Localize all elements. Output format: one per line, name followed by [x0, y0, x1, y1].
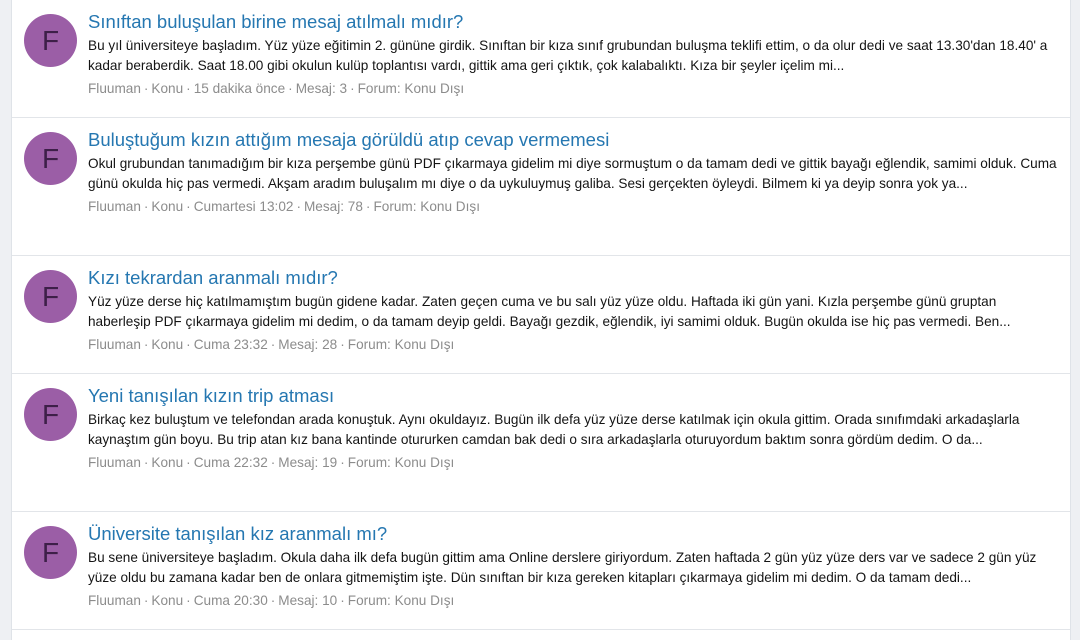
result-item: F Sınıftan buluşulan birine mesaj atılma… [12, 0, 1070, 118]
content-type: Konu [151, 593, 184, 608]
result-body: Buluştuğum kızın attığım mesaja görüldü … [88, 129, 1058, 217]
thread-meta: Fluuman · Konu · Cuma 23:32 · Mesaj: 28 · Forum:… [88, 337, 455, 352]
result-body: Üniversite tanışılan kız aranmalı mı? Bu… [88, 523, 1058, 611]
thread-title-link[interactable]: Kızı tekrardan aranmalı mıdır? [88, 267, 1058, 289]
content-type: Konu [151, 199, 184, 214]
thread-snippet: Okul grubundan tanımadığım bir kıza perş… [88, 156, 1057, 191]
author-link[interactable]: Fluuman [88, 593, 141, 608]
result-body: Kızı tekrardan aranmalı mıdır? Yüz yüze … [88, 267, 1058, 355]
result-item: F Yeni tanışılan kızın trip atması Birka… [12, 374, 1070, 512]
thread-title-link[interactable]: Üniversite tanışılan kız aranmalı mı? [88, 523, 1058, 545]
content-type: Konu [151, 455, 184, 470]
thread-snippet: Bu yıl üniversiteye başladım. Yüz yüze e… [88, 38, 1048, 73]
author-link[interactable]: Fluuman [88, 455, 141, 470]
result-body: Yeni tanışılan kızın trip atması Birkaç … [88, 385, 1058, 473]
thread-title-link[interactable]: Sınıftan buluşulan birine mesaj atılmalı… [88, 11, 1058, 33]
thread-title-link[interactable]: Buluştuğum kızın attığım mesaja görüldü … [88, 129, 1058, 151]
reply-count: Mesaj: 10 [278, 593, 338, 608]
thread-meta: Fluuman · Konu · 15 dakika önce · Mesaj: 3 · For… [88, 81, 465, 96]
thread-meta: Fluuman · Konu · Cuma 22:32 · Mesaj: 19 · Forum:… [88, 455, 455, 470]
search-results-list: F Sınıftan buluşulan birine mesaj atılma… [11, 0, 1071, 640]
author-avatar[interactable]: F [24, 270, 77, 323]
author-avatar[interactable]: F [24, 526, 77, 579]
result-item: F Üniversite tanışılan kız aranmalı mı? … [12, 512, 1070, 630]
post-time: Cuma 22:32 [193, 455, 268, 470]
author-link[interactable]: Fluuman [88, 337, 141, 352]
forum-link[interactable]: Forum: Konu Dışı [358, 81, 465, 96]
thread-snippet: Bu sene üniversiteye başladım. Okula dah… [88, 550, 1037, 585]
thread-snippet: Yüz yüze derse hiç katılmamıştım bugün g… [88, 294, 1011, 329]
forum-link[interactable]: Forum: Konu Dışı [348, 593, 455, 608]
content-type: Konu [151, 81, 184, 96]
result-item: F Buluştuğum kızın attığım mesaja görüld… [12, 118, 1070, 256]
forum-link[interactable]: Forum: Konu Dışı [348, 337, 455, 352]
author-avatar[interactable]: F [24, 14, 77, 67]
post-time: Cuma 23:32 [193, 337, 268, 352]
author-link[interactable]: Fluuman [88, 81, 141, 96]
author-avatar[interactable]: F [24, 132, 77, 185]
result-body: Sınıftan buluşulan birine mesaj atılmalı… [88, 11, 1058, 99]
forum-link[interactable]: Forum: Konu Dışı [373, 199, 480, 214]
thread-snippet: Birkaç kez buluştum ve telefondan arada … [88, 412, 1020, 447]
content-type: Konu [151, 337, 184, 352]
post-time: Cumartesi 13:02 [193, 199, 294, 214]
author-link[interactable]: Fluuman [88, 199, 141, 214]
post-time: Cuma 20:30 [193, 593, 268, 608]
thread-meta: Fluuman · Konu · Cumartesi 13:02 · Mesaj: 78 · F… [88, 199, 480, 214]
thread-title-link[interactable]: Yeni tanışılan kızın trip atması [88, 385, 1058, 407]
reply-count: Mesaj: 3 [295, 81, 348, 96]
post-time: 15 dakika önce [193, 81, 286, 96]
reply-count: Mesaj: 28 [278, 337, 338, 352]
reply-count: Mesaj: 19 [278, 455, 338, 470]
reply-count: Mesaj: 78 [303, 199, 363, 214]
author-avatar[interactable]: F [24, 388, 77, 441]
forum-link[interactable]: Forum: Konu Dışı [348, 455, 455, 470]
result-item: F Kızı tekrardan aranmalı mıdır? Yüz yüz… [12, 256, 1070, 374]
thread-meta: Fluuman · Konu · Cuma 20:30 · Mesaj: 10 · Forum:… [88, 593, 455, 608]
